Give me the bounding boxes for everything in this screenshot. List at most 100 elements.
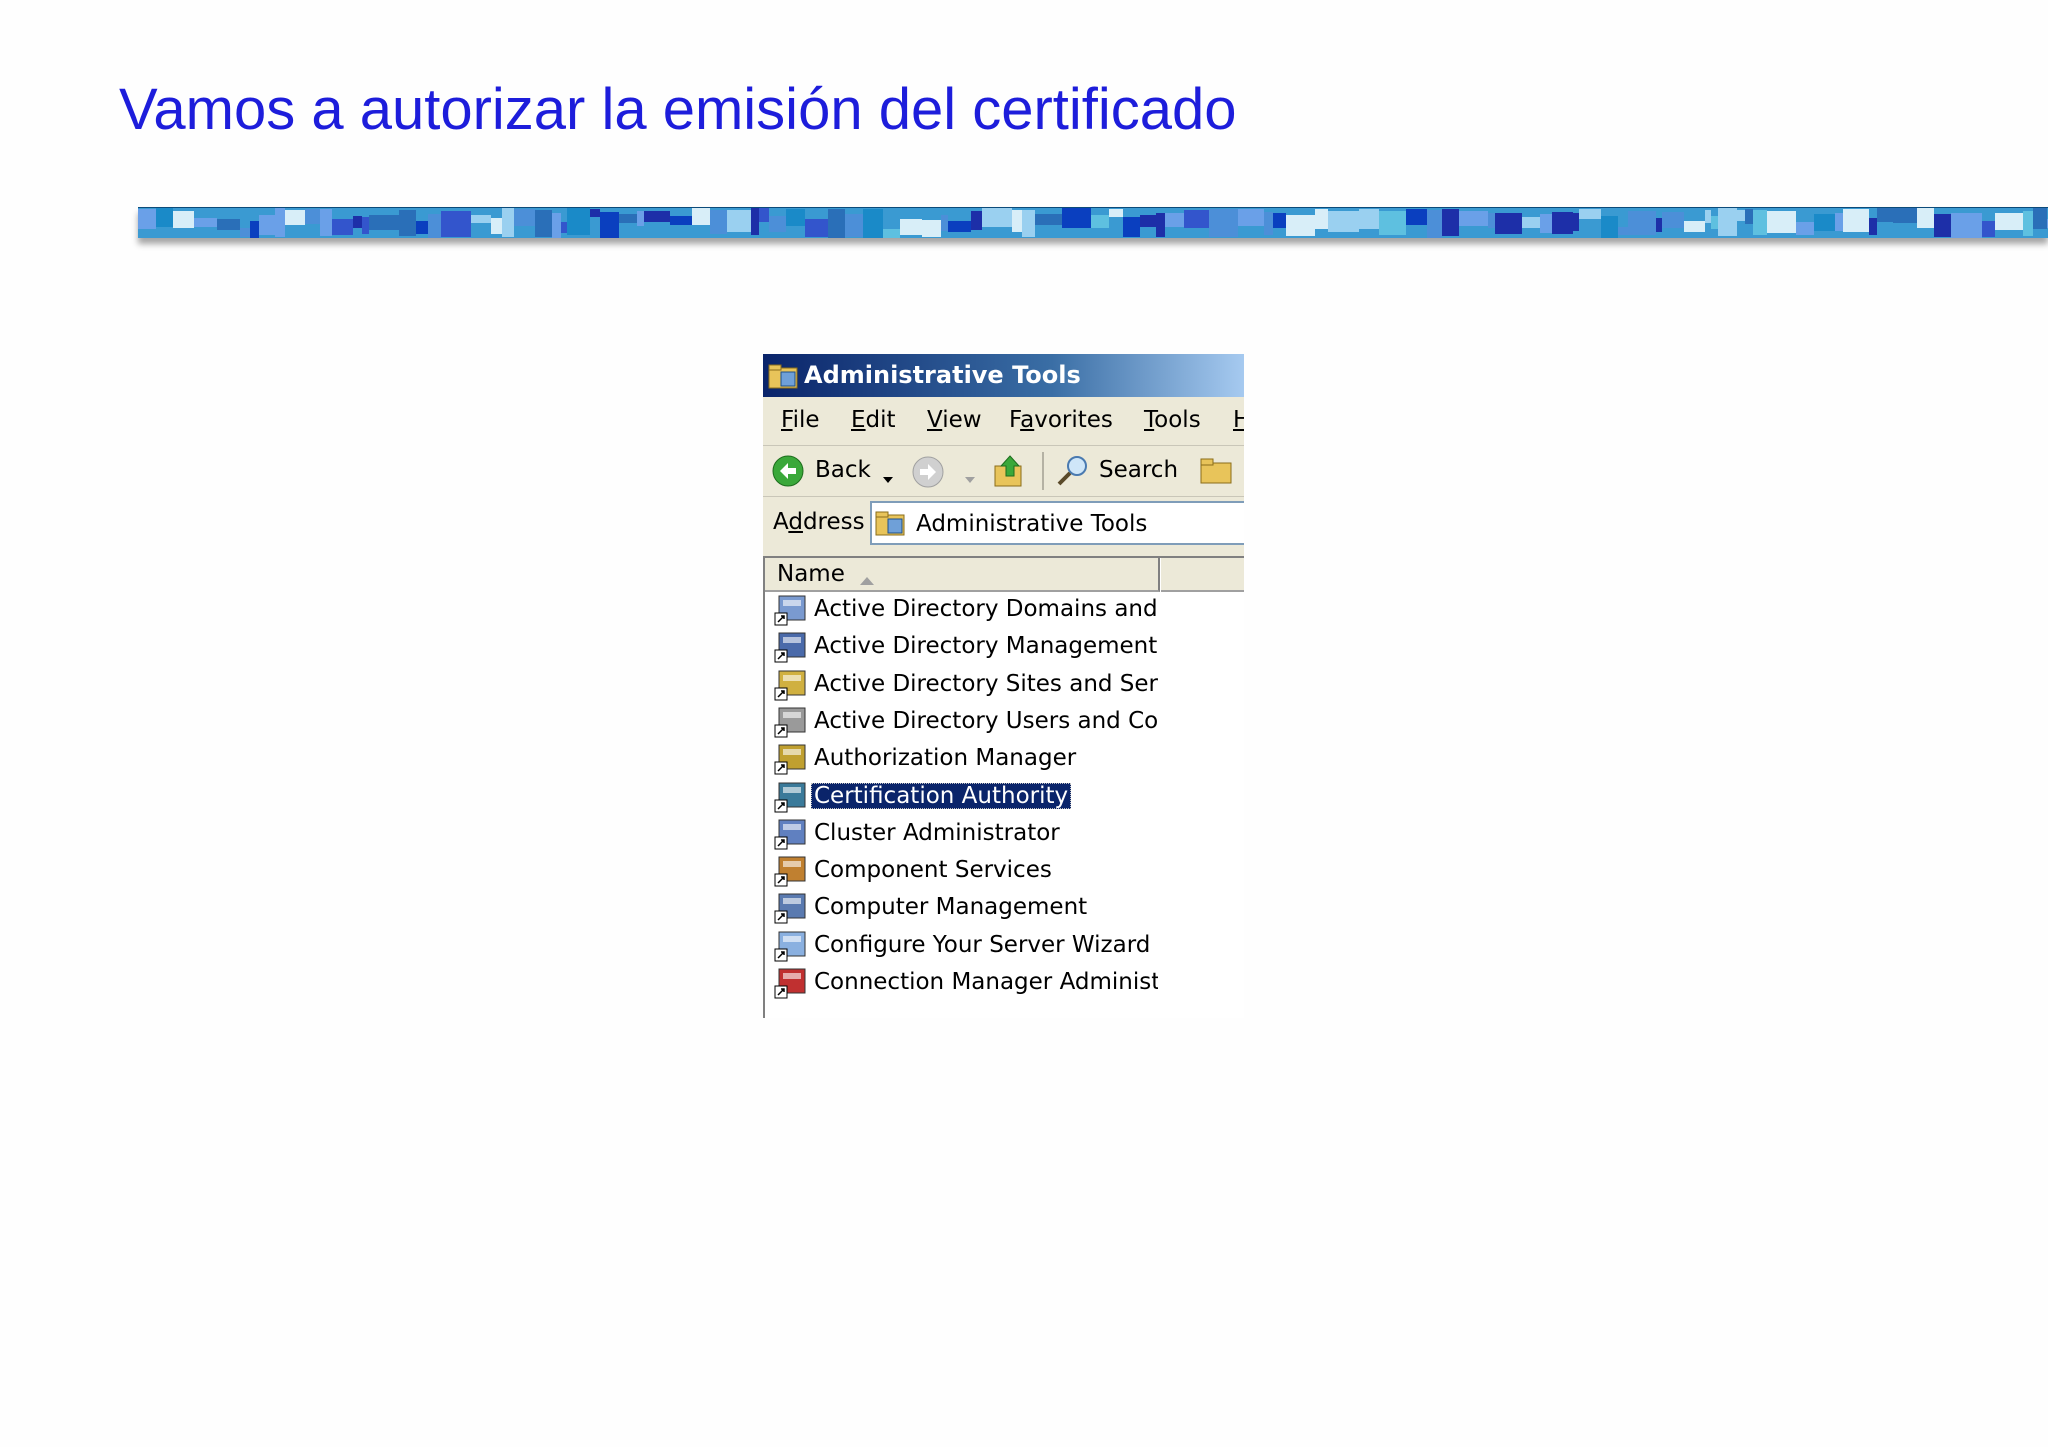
sort-ascending-icon — [858, 567, 876, 593]
banner-tile — [1062, 208, 1091, 228]
menu-tools[interactable]: Tools — [1144, 407, 1201, 433]
banner-tile — [2033, 208, 2047, 229]
banner-tile — [828, 209, 845, 238]
list-item[interactable]: Connection Manager Administ… — [773, 965, 1158, 1002]
banner-tile — [1601, 216, 1618, 238]
banner-tile — [805, 219, 828, 237]
list-item-label: Connection Manager Administ… — [814, 969, 1158, 995]
menu-view[interactable]: View — [927, 407, 982, 433]
list-item[interactable]: Active Directory Users and Co… — [773, 704, 1158, 741]
banner-tile — [600, 212, 619, 238]
address-value: Administrative Tools — [916, 511, 1148, 537]
banner-tile — [250, 221, 259, 238]
banner-tile — [751, 208, 759, 235]
list-item[interactable]: Configure Your Server Wizard — [773, 928, 1158, 965]
banner-tile — [1184, 210, 1209, 228]
banner-tile — [552, 213, 561, 238]
standard-toolbar: Back Search — [763, 446, 1244, 497]
back-arrow-icon[interactable] — [771, 454, 805, 494]
banner-tile — [217, 219, 240, 230]
banner-tile — [1442, 209, 1459, 236]
banner-tile — [1264, 212, 1273, 235]
list-item[interactable]: Active Directory Sites and Ser… — [773, 667, 1158, 704]
banner-tile — [441, 211, 471, 237]
column-header-extra[interactable] — [1161, 558, 1244, 592]
search-icon[interactable] — [1055, 454, 1091, 494]
list-item[interactable]: Active Directory Domains and … — [773, 592, 1158, 629]
shortcut-tool-icon — [773, 817, 809, 857]
banner-tile — [1877, 208, 1893, 222]
menu-help[interactable]: H — [1233, 407, 1244, 433]
administrative-tools-window[interactable]: Administrative Tools File Edit View Favo… — [763, 354, 1244, 1018]
list-item-label: Component Services — [814, 857, 1052, 884]
banner-tile — [471, 215, 491, 223]
banner-tile — [982, 208, 1012, 227]
list-item[interactable]: Authorization Manager — [773, 741, 1158, 778]
menu-edit[interactable]: Edit — [851, 407, 896, 433]
menu-favorites[interactable]: Favorites — [1009, 407, 1113, 433]
list-item[interactable]: Computer Management — [773, 890, 1158, 927]
search-button[interactable]: Search — [1099, 457, 1178, 483]
banner-tile — [1796, 222, 1814, 235]
banner-tile — [156, 208, 173, 227]
address-input[interactable]: Administrative Tools — [870, 501, 1244, 545]
up-folder-icon[interactable] — [993, 452, 1027, 496]
banner-tile — [428, 214, 441, 238]
banner-tile — [692, 208, 710, 225]
address-bar: Address Administrative Tools — [763, 497, 1244, 547]
banner-tile — [845, 214, 863, 237]
back-dropdown-chevron-icon[interactable] — [881, 465, 895, 491]
banner-tile — [1273, 213, 1286, 228]
folder-tools-icon — [874, 509, 910, 543]
banner-tile — [1379, 211, 1406, 235]
banner-tile — [710, 210, 727, 234]
banner-tile — [353, 216, 362, 228]
list-item-label: Active Directory Domains and … — [814, 596, 1158, 622]
banner-tile — [416, 221, 428, 234]
banner-tile — [1843, 209, 1869, 232]
banner-tile — [514, 209, 535, 226]
banner-tile — [1579, 209, 1601, 219]
banner-tile — [561, 222, 567, 233]
list-item[interactable]: Certification Authority — [773, 779, 1158, 816]
banner-tile — [332, 219, 353, 235]
banner-tile — [1573, 213, 1579, 231]
window-titlebar[interactable]: Administrative Tools — [763, 354, 1244, 397]
banner-tile — [1552, 212, 1573, 234]
list-item[interactable]: Cluster Administrator — [773, 816, 1158, 853]
list-item[interactable]: Component Services — [773, 853, 1158, 890]
list-item[interactable]: Active Directory Management — [773, 629, 1158, 666]
menu-file[interactable]: File — [781, 407, 820, 433]
banner-tile — [1711, 216, 1718, 229]
decorative-banner — [138, 207, 2048, 238]
banner-tile — [769, 216, 786, 232]
shortcut-tool-icon — [773, 966, 809, 1006]
shortcut-tool-icon — [773, 854, 809, 894]
banner-tile — [1359, 209, 1379, 229]
banner-tile — [194, 218, 217, 227]
address-label: Address — [773, 509, 865, 535]
window-title: Administrative Tools — [804, 361, 1081, 389]
back-button[interactable]: Back — [815, 457, 871, 483]
banner-tile — [948, 221, 971, 232]
column-header-name[interactable]: Name — [765, 558, 1160, 592]
banner-tile — [502, 208, 514, 237]
forward-arrow-icon[interactable] — [911, 455, 945, 495]
banner-tile — [1140, 215, 1156, 227]
banner-tile — [619, 214, 637, 223]
file-list-view[interactable]: Name Active Directory Domains and … Activ… — [763, 556, 1244, 1018]
banner-tile — [2023, 211, 2033, 236]
banner-tile — [1656, 218, 1662, 232]
banner-tile — [786, 209, 805, 226]
banner-tile — [1753, 210, 1767, 235]
banner-tile — [320, 209, 332, 236]
folders-icon[interactable] — [1197, 455, 1237, 493]
slide-title: Vamos a autorizar la emisión del certifi… — [119, 77, 1237, 142]
banner-pattern — [138, 208, 2048, 238]
banner-tile — [1012, 210, 1022, 232]
banner-tile — [1951, 213, 1982, 238]
banner-tile — [1718, 208, 1737, 236]
banner-tile — [1035, 214, 1062, 225]
banner-tile — [259, 215, 275, 235]
forward-dropdown-chevron-icon[interactable] — [963, 465, 977, 491]
